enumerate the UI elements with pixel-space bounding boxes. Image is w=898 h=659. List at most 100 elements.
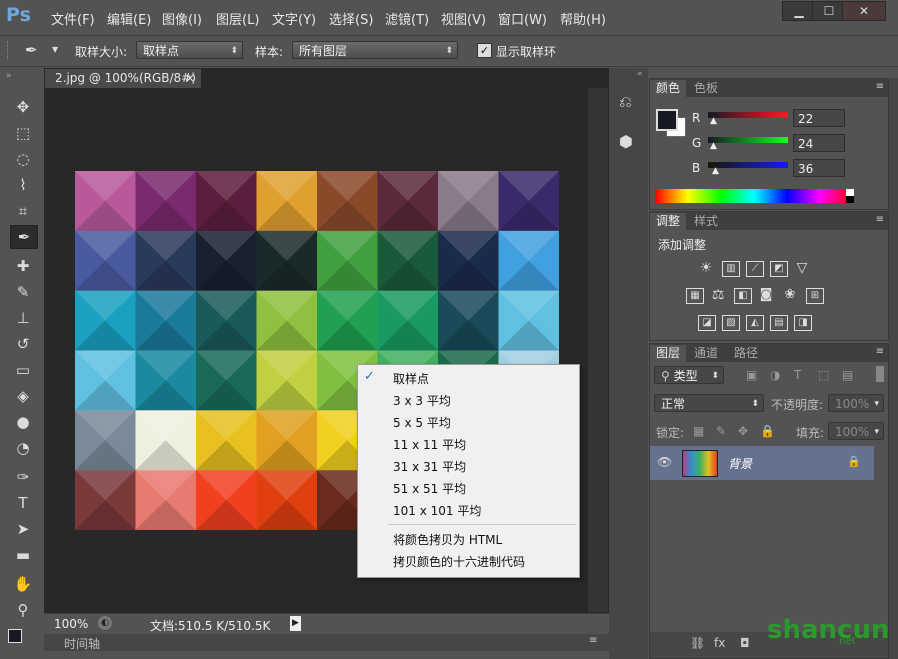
- show-ring-checkbox[interactable]: ✓: [477, 43, 492, 58]
- menu-item-51x51[interactable]: 51 x 51 平均: [393, 480, 466, 497]
- menu-file[interactable]: 文件(F): [51, 9, 95, 28]
- brush-tool-icon[interactable]: ✎: [10, 281, 36, 303]
- gradient-map-icon[interactable]: ◨: [794, 315, 812, 331]
- hand-tool-icon[interactable]: ✋: [10, 573, 36, 595]
- rectangle-tool-icon[interactable]: ▬: [10, 544, 36, 566]
- filter-toggle[interactable]: [876, 366, 884, 382]
- history-brush-tool-icon[interactable]: ↺: [10, 333, 36, 355]
- crop-tool-icon[interactable]: ⌗: [10, 200, 36, 222]
- tab-channels[interactable]: 通道: [688, 345, 724, 362]
- blur-tool-icon[interactable]: ●: [10, 411, 36, 433]
- layer-row[interactable]: 👁 背景 🔒: [650, 446, 874, 480]
- menu-item-11x11[interactable]: 11 x 11 平均: [393, 436, 466, 453]
- menu-type[interactable]: 文字(Y): [272, 9, 316, 28]
- minimize-button[interactable]: ▁: [782, 1, 816, 21]
- layer-style-icon[interactable]: fx: [714, 636, 725, 650]
- menu-window[interactable]: 窗口(W): [498, 9, 547, 28]
- posterize-icon[interactable]: ▨: [722, 315, 740, 331]
- lock-all-icon[interactable]: 🔒: [760, 424, 775, 438]
- path-select-tool-icon[interactable]: ➤: [10, 518, 36, 540]
- move-tool-icon[interactable]: ✥: [10, 96, 36, 118]
- foreground-swatch[interactable]: [656, 109, 678, 131]
- quick-select-tool-icon[interactable]: ⌇: [10, 174, 36, 196]
- channel-b-slider[interactable]: [708, 162, 788, 168]
- channel-r-slider[interactable]: [708, 112, 788, 118]
- photo-filter-icon[interactable]: ◙: [758, 288, 774, 302]
- panel-menu-icon[interactable]: ≡: [589, 635, 597, 646]
- lock-image-icon[interactable]: ✎: [716, 424, 726, 438]
- foreground-color-swatch[interactable]: [8, 629, 22, 643]
- menu-filter[interactable]: 滤镜(T): [385, 9, 429, 28]
- vibrance-icon[interactable]: ▽: [794, 261, 810, 275]
- channel-r-value[interactable]: 22: [793, 109, 845, 127]
- history-panel-icon[interactable]: ⎌: [619, 92, 632, 112]
- dodge-tool-icon[interactable]: ◔: [10, 437, 36, 459]
- status-options-icon[interactable]: ◐: [98, 616, 112, 630]
- panel-menu-icon[interactable]: ≡: [876, 214, 884, 225]
- vertical-scrollbar[interactable]: [588, 88, 608, 612]
- selective-color-icon[interactable]: ▤: [770, 315, 788, 331]
- panel-menu-icon[interactable]: ≡: [876, 346, 884, 357]
- menu-edit[interactable]: 编辑(E): [107, 9, 151, 28]
- layer-mask-icon[interactable]: ◘: [740, 636, 750, 650]
- channel-b-value[interactable]: 36: [793, 159, 845, 177]
- collapse-icon[interactable]: »: [6, 71, 12, 81]
- marquee-tool-icon[interactable]: ⬚: [10, 122, 36, 144]
- maximize-button[interactable]: ☐: [812, 1, 846, 21]
- grip-handle[interactable]: [7, 41, 10, 59]
- panel-scrollbar[interactable]: [889, 78, 898, 659]
- lock-transparent-icon[interactable]: ▦: [693, 424, 704, 438]
- channel-mixer-icon[interactable]: ❀: [782, 288, 798, 302]
- menu-select[interactable]: 选择(S): [329, 9, 373, 28]
- sample-size-select[interactable]: 取样点 ⬍: [136, 41, 243, 59]
- menu-image[interactable]: 图像(I): [162, 9, 202, 28]
- color-lookup-icon[interactable]: ⊞: [806, 288, 824, 304]
- blend-mode-select[interactable]: 正常 ⬍: [654, 394, 764, 412]
- link-layers-icon[interactable]: ⛓: [690, 636, 705, 650]
- spectrum-white-swatch[interactable]: [846, 189, 854, 196]
- zoom-tool-icon[interactable]: ⚲: [10, 599, 36, 621]
- menu-item-5x5[interactable]: 5 x 5 平均: [393, 414, 451, 431]
- document-tab[interactable]: 2.jpg @ 100%(RGB/8#) ×: [45, 69, 201, 88]
- panel-menu-icon[interactable]: ≡: [876, 81, 884, 92]
- color-balance-icon[interactable]: ⚖: [710, 288, 726, 302]
- tab-adjustments[interactable]: 调整: [650, 213, 687, 230]
- status-menu-arrow-icon[interactable]: ▶: [290, 616, 301, 631]
- layer-filter-select[interactable]: ⚲ 类型 ⬍: [654, 366, 724, 384]
- visibility-eye-icon[interactable]: 👁: [657, 455, 672, 469]
- healing-brush-tool-icon[interactable]: ✚: [10, 255, 36, 277]
- menu-item-101x101[interactable]: 101 x 101 平均: [393, 502, 481, 519]
- opacity-input[interactable]: 100% ▾: [828, 394, 884, 412]
- menu-help[interactable]: 帮助(H): [560, 9, 606, 28]
- fill-input[interactable]: 100% ▾: [828, 422, 884, 440]
- tab-layers[interactable]: 图层: [650, 345, 687, 362]
- channel-g-value[interactable]: 24: [793, 134, 845, 152]
- paint-bucket-tool-icon[interactable]: ◈: [10, 385, 36, 407]
- exposure-icon[interactable]: ◩: [770, 261, 788, 277]
- close-button[interactable]: ✕: [842, 1, 886, 21]
- tab-swatches[interactable]: 色板: [688, 80, 724, 97]
- sample-select[interactable]: 所有图层 ⬍: [292, 41, 458, 59]
- tool-preset-arrow-icon[interactable]: ▼: [52, 45, 58, 54]
- levels-icon[interactable]: ▥: [722, 261, 740, 277]
- expand-icon[interactable]: «: [637, 69, 643, 79]
- eraser-tool-icon[interactable]: ▭: [10, 359, 36, 381]
- brightness-contrast-icon[interactable]: ☀: [698, 261, 714, 275]
- menu-item-3x3[interactable]: 3 x 3 平均: [393, 392, 451, 409]
- threshold-icon[interactable]: ◭: [746, 315, 764, 331]
- hue-saturation-icon[interactable]: ▦: [686, 288, 704, 304]
- pen-tool-icon[interactable]: ✑: [10, 466, 36, 488]
- eyedropper-icon[interactable]: ✒: [25, 41, 38, 59]
- spectrum-black-swatch[interactable]: [846, 196, 854, 203]
- timeline-label[interactable]: 时间轴: [64, 635, 100, 652]
- slider-thumb-icon[interactable]: ▲: [712, 166, 719, 176]
- tab-color[interactable]: 颜色: [650, 80, 687, 97]
- slider-thumb-icon[interactable]: ▲: [710, 116, 717, 126]
- color-spectrum-bar[interactable]: [655, 189, 853, 203]
- filter-adjustment-icon[interactable]: ◑: [770, 368, 780, 382]
- 3d-panel-icon[interactable]: ⬢: [619, 132, 633, 151]
- type-tool-icon[interactable]: T: [10, 492, 36, 514]
- menu-item-copy-html[interactable]: 将颜色拷贝为 HTML: [393, 531, 502, 548]
- menu-item-copy-hex[interactable]: 拷贝颜色的十六进制代码: [393, 553, 525, 570]
- layer-name[interactable]: 背景: [728, 455, 752, 472]
